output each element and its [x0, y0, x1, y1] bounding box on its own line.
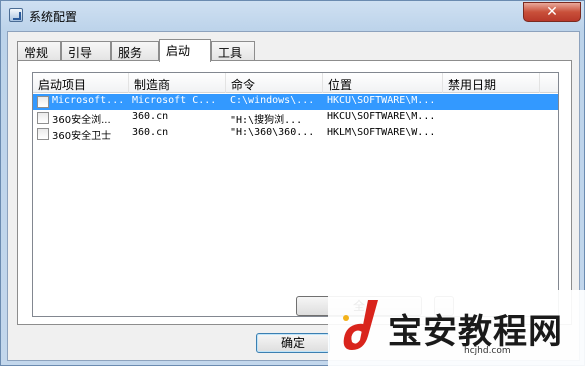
cell-manufacturer: 360.cn — [132, 127, 169, 138]
row-checkbox[interactable] — [37, 128, 49, 140]
cell-manufacturer: Microsoft C... — [132, 95, 217, 106]
tab-services[interactable]: 服务 — [111, 41, 159, 61]
column-disabled-date[interactable]: 禁用日期 — [443, 73, 540, 93]
cell-item: 360安全卫士 — [52, 131, 112, 142]
tab-tools[interactable]: 工具 — [211, 41, 255, 61]
watermark-url: hcjhd.com — [464, 346, 511, 356]
table-row[interactable]: 360安全卫士 360.cn "H:\360\360... HKLM\SOFTW… — [33, 126, 558, 142]
column-location[interactable]: 位置 — [323, 73, 443, 93]
msconfig-icon — [9, 8, 23, 22]
column-command[interactable]: 命令 — [226, 73, 323, 93]
cell-location: HKLM\SOFTWARE\W... — [327, 127, 436, 138]
column-manufacturer[interactable]: 制造商 — [129, 73, 226, 93]
row-checkbox[interactable] — [37, 96, 49, 108]
ok-button[interactable]: 确定 — [256, 333, 330, 353]
cell-location: HKCU\SOFTWARE\M... — [327, 111, 436, 122]
table-row[interactable]: 360安全浏... 360.cn "H:\搜狗浏... HKCU\SOFTWAR… — [33, 110, 558, 126]
startup-panel: 启动项目 制造商 命令 位置 禁用日期 Microsoft... Microso… — [17, 60, 572, 325]
tab-general[interactable]: 常规 — [17, 41, 61, 61]
cell-location: HKCU\SOFTWARE\M... — [327, 95, 436, 106]
title-bar[interactable]: 系统配置 ✕ — [1, 1, 585, 31]
tab-startup[interactable]: 启动 — [159, 39, 211, 62]
row-checkbox[interactable] — [37, 112, 49, 124]
tab-boot[interactable]: 引导 — [61, 41, 111, 61]
close-button[interactable]: ✕ — [523, 2, 581, 22]
cell-command: C:\windows\... — [230, 95, 315, 106]
table-row[interactable]: Microsoft... Microsoft C... C:\windows\.… — [33, 94, 558, 110]
window-title: 系统配置 — [29, 10, 78, 24]
column-startup-item[interactable]: 启动项目 — [33, 73, 129, 93]
cell-command: "H:\搜狗浏... — [230, 115, 303, 126]
watermark: 宝安教程网 hcjhd.com — [328, 290, 585, 366]
cell-item: 360安全浏... — [52, 115, 111, 126]
cell-item: Microsoft... — [52, 95, 125, 106]
list-header: 启动项目 制造商 命令 位置 禁用日期 — [33, 73, 558, 93]
cell-manufacturer: 360.cn — [132, 111, 169, 122]
watermark-logo — [343, 300, 378, 350]
close-icon: ✕ — [546, 4, 558, 20]
startup-list[interactable]: 启动项目 制造商 命令 位置 禁用日期 Microsoft... Microso… — [32, 72, 559, 317]
cell-command: "H:\360\360... — [230, 127, 315, 138]
